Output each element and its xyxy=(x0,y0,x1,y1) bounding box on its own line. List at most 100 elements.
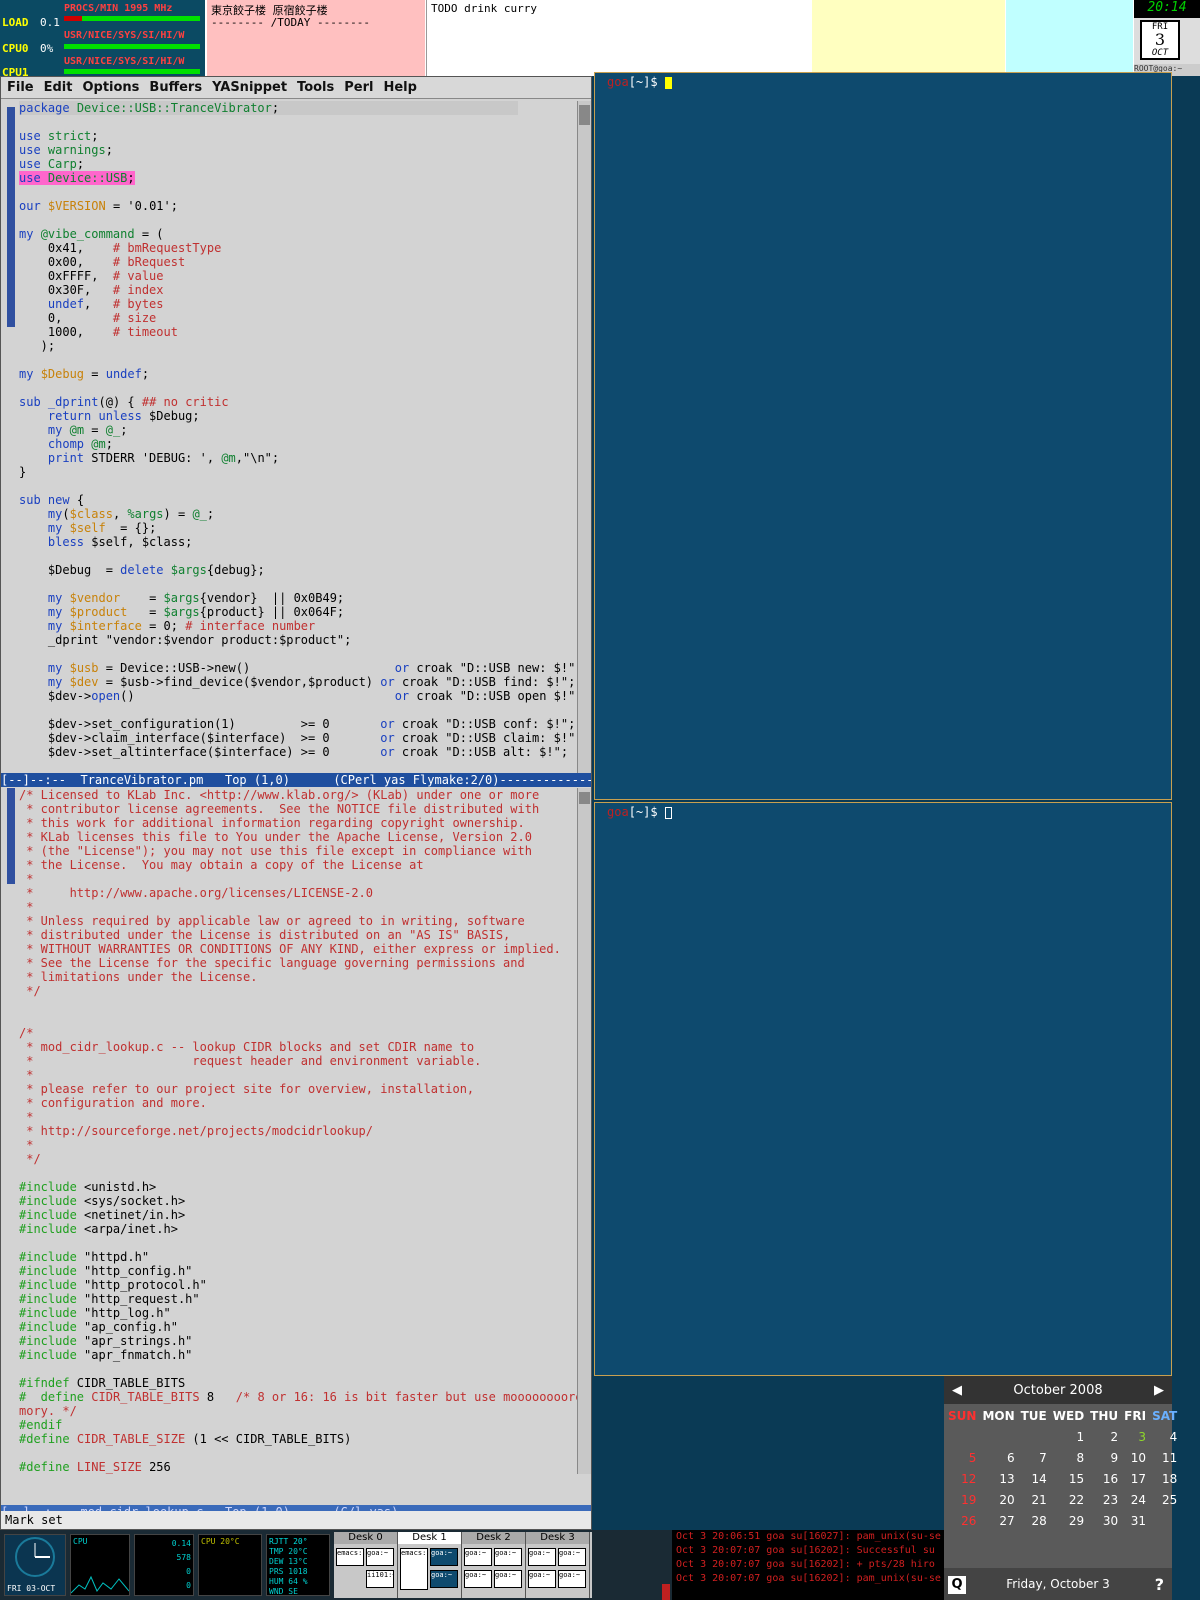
emacs-window: File Edit Options Buffers YASnippet Tool… xyxy=(0,76,592,1530)
calendar-day[interactable]: 8 xyxy=(1053,1448,1090,1469)
menu-perl[interactable]: Perl xyxy=(344,80,373,95)
note-pink[interactable]: 東京餃子楼 原宿餃子楼 -------- /TODAY -------- xyxy=(207,0,425,76)
calendar-footer-date: Friday, October 3 xyxy=(1006,1577,1110,1591)
calendar-day[interactable]: 23 xyxy=(1090,1490,1124,1511)
calendar-day[interactable]: 13 xyxy=(982,1469,1020,1490)
load-value: 0.1 xyxy=(40,15,60,29)
calendar-day[interactable]: 29 xyxy=(1053,1511,1090,1532)
dock-clock-app[interactable]: FRI 03-OCT xyxy=(4,1534,66,1596)
terminal-top[interactable]: goa[~]$ xyxy=(594,72,1172,800)
calendar-day[interactable]: 27 xyxy=(982,1511,1020,1532)
calendar-day[interactable]: 11 xyxy=(1152,1448,1183,1469)
dock-temp-label: CPU 20°C xyxy=(201,1537,240,1546)
calendar-day[interactable]: 7 xyxy=(1021,1448,1053,1469)
perl-buffer-pane[interactable]: package Device::USB::TranceVibrator; use… xyxy=(1,101,591,773)
calendar-day[interactable]: 2 xyxy=(1090,1427,1124,1448)
calendar-day-today[interactable]: 3 xyxy=(1124,1427,1152,1448)
calendar-dow-thu: THU xyxy=(1090,1409,1119,1423)
terminal-bottom-prompt-text: [~]$ xyxy=(628,805,665,819)
terminal-top-prompt-text: [~]$ xyxy=(628,75,665,89)
terminal-bottom[interactable]: goa[~]$ xyxy=(594,802,1172,1376)
menu-edit[interactable]: Edit xyxy=(44,80,73,95)
calendar-icon[interactable]: FRI 3 OCT xyxy=(1140,20,1180,60)
calendar-day[interactable]: 16 xyxy=(1090,1469,1124,1490)
desk-3[interactable]: Desk 3 goa:~ goa:~ goa:~ goa:~ xyxy=(526,1532,590,1598)
calendar-prev-icon[interactable]: ◀ xyxy=(952,1383,962,1398)
calendar-day[interactable]: 21 xyxy=(1021,1490,1053,1511)
desk-1[interactable]: Desk 1 emacs: goa:~ goa:~ xyxy=(398,1532,462,1598)
dock-load-1: 578 xyxy=(176,1553,191,1562)
calendar-next-icon[interactable]: ▶ xyxy=(1154,1383,1164,1398)
scrollbar-top[interactable] xyxy=(577,101,591,773)
desk-3-mini-goa-4: goa:~ xyxy=(558,1570,586,1588)
calendar-day[interactable] xyxy=(982,1427,1020,1448)
usr-label-row: USR/NICE/SYS/SI/HI/W xyxy=(64,27,184,43)
desk-0[interactable]: Desk 0 emacs: goa:~ ii101:~ xyxy=(334,1532,398,1598)
calendar-help-button[interactable]: ? xyxy=(1155,1575,1164,1594)
load-red-bar xyxy=(64,16,82,21)
dock-cpu-graph[interactable]: CPU xyxy=(70,1534,130,1596)
syslog-viewer[interactable]: Oct 3 20:06:51 goa su[16027]: pam_unix(s… xyxy=(672,1530,944,1600)
calendar-day[interactable] xyxy=(1152,1511,1183,1532)
desk-2-mini-goa-3: goa:~ xyxy=(464,1570,492,1588)
desk-2[interactable]: Desk 2 goa:~ goa:~ goa:~ goa:~ xyxy=(462,1532,526,1598)
calendar-day[interactable]: 24 xyxy=(1124,1490,1152,1511)
dock-weather[interactable]: RJTT 20° TMP 20°C DEW 13°C PRS 1018 HUM … xyxy=(266,1534,330,1596)
calendar-dow-sat: SAT xyxy=(1152,1409,1178,1423)
c-code[interactable]: /* Licensed to KLab Inc. <http://www.kla… xyxy=(19,788,591,1474)
calendar-day[interactable]: 9 xyxy=(1090,1448,1124,1469)
calendar-day[interactable]: 19 xyxy=(948,1490,982,1511)
calendar-day[interactable]: 31 xyxy=(1124,1511,1152,1532)
perl-code[interactable]: package Device::USB::TranceVibrator; use… xyxy=(19,101,583,773)
calendar-quit-button[interactable]: Q xyxy=(948,1576,966,1594)
calendar-day[interactable]: 20 xyxy=(982,1490,1020,1511)
calendar-day[interactable]: 10 xyxy=(1124,1448,1152,1469)
calendar-day[interactable]: 1 xyxy=(1053,1427,1090,1448)
emacs-menubar: File Edit Options Buffers YASnippet Tool… xyxy=(1,77,591,99)
calendar-day[interactable]: 4 xyxy=(1152,1427,1183,1448)
calendar-day[interactable]: 5 xyxy=(948,1448,982,1469)
menu-tools[interactable]: Tools xyxy=(297,80,334,95)
calendar-day[interactable] xyxy=(1021,1427,1053,1448)
menu-file[interactable]: File xyxy=(7,80,34,95)
scrollbar-bottom-thumb[interactable] xyxy=(579,792,590,804)
calendar-day[interactable]: 6 xyxy=(982,1448,1020,1469)
calendar-day[interactable]: 28 xyxy=(1021,1511,1053,1532)
note-yellow[interactable] xyxy=(812,0,1005,76)
minibuffer[interactable]: Mark set xyxy=(1,1511,591,1529)
dock-clock-date: FRI 03-OCT xyxy=(7,1584,56,1593)
note-cyan[interactable] xyxy=(1006,0,1133,76)
calendar-day[interactable]: 26 xyxy=(948,1511,982,1532)
bottom-dock: FRI 03-OCT CPU 0.14 578 0 0 CPU 20°C RJT… xyxy=(0,1530,944,1600)
calendar-day[interactable]: 25 xyxy=(1152,1490,1183,1511)
modeline-perl[interactable]: [--]--:-- TranceVibrator.pm Top (1,0) (C… xyxy=(1,773,591,787)
calendar-day[interactable]: 18 xyxy=(1152,1469,1183,1490)
note-todo[interactable]: TODO drink curry xyxy=(426,0,811,76)
load-green-bar xyxy=(82,16,200,21)
desk-1-mini-goa-2: goa:~ xyxy=(430,1570,458,1588)
dock-load-meters[interactable]: 0.14 578 0 0 xyxy=(134,1534,194,1596)
usr-label-row-2: USR/NICE/SYS/SI/HI/W xyxy=(64,53,184,69)
desk-0-mini-emacs: emacs: xyxy=(336,1548,364,1566)
c-buffer-pane[interactable]: /* Licensed to KLab Inc. <http://www.kla… xyxy=(1,788,591,1474)
calendar-day[interactable]: 15 xyxy=(1053,1469,1090,1490)
analog-clock-icon xyxy=(15,1537,55,1577)
calendar-day[interactable]: 12 xyxy=(948,1469,982,1490)
calendar-day[interactable]: 17 xyxy=(1124,1469,1152,1490)
scrollbar-bottom[interactable] xyxy=(577,788,591,1474)
menu-options[interactable]: Options xyxy=(82,80,139,95)
calendar-day[interactable]: 22 xyxy=(1053,1490,1090,1511)
calendar-day[interactable]: 14 xyxy=(1021,1469,1053,1490)
calendar-dow-fri: FRI xyxy=(1124,1409,1147,1423)
scrollbar-top-thumb[interactable] xyxy=(579,105,590,125)
calendar-title: October 2008 xyxy=(1013,1382,1103,1398)
menu-help[interactable]: Help xyxy=(383,80,416,95)
dock-load-0: 0.14 xyxy=(171,1539,191,1548)
dock-temp-monitor[interactable]: CPU 20°C xyxy=(198,1534,262,1596)
calendar-day[interactable]: 30 xyxy=(1090,1511,1124,1532)
dock-cpu-label: CPU xyxy=(73,1537,88,1546)
desk-1-mini-emacs: emacs: xyxy=(400,1548,428,1590)
menu-yasnippet[interactable]: YASnippet xyxy=(212,80,287,95)
menu-buffers[interactable]: Buffers xyxy=(149,80,202,95)
calendar-day[interactable] xyxy=(948,1427,982,1448)
